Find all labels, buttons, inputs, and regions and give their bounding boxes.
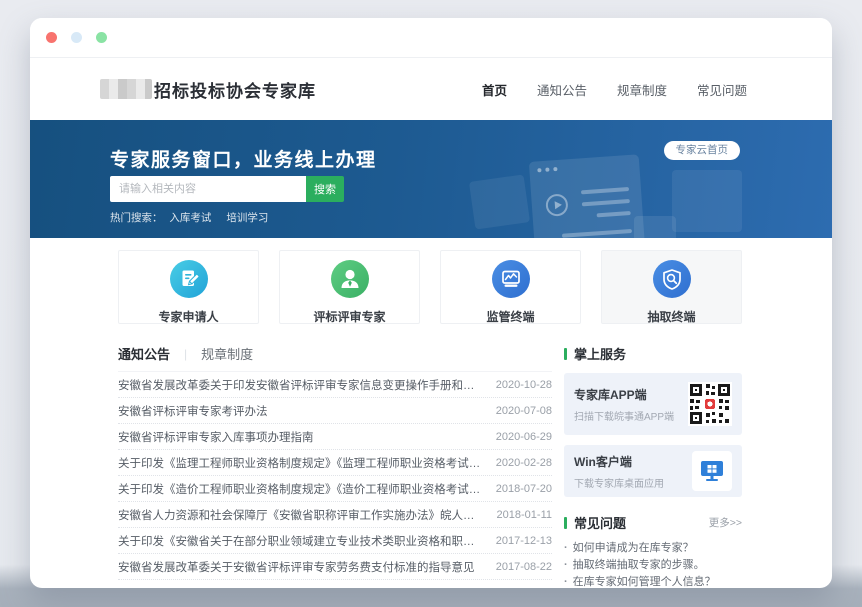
browser-window: 招标投标协会专家库 首页 通知公告 规章制度 常见问题 专家服务窗口，业务线上办… (30, 18, 832, 588)
notices-tabs: 通知公告 | 规章制度 (118, 344, 552, 372)
card-label: 抽取终端 (602, 308, 741, 325)
notice-date: 2017-12-13 (496, 535, 552, 547)
notice-title: 安徽省评标评审专家考评办法 (118, 403, 482, 419)
notice-title: 安徽省发展改革委关于印发安徽省评标评审专家信息变更操作手册和安徽省评标评审专家.… (118, 377, 482, 393)
notice-row[interactable]: 安徽省人力资源和社会保障厅《安徽省职称评审工作实施办法》皖人社发〔2018〕5号… (118, 502, 552, 528)
search-input[interactable] (110, 176, 306, 202)
window-zoom-button[interactable] (96, 32, 107, 43)
service-card-app[interactable]: 专家库APP端 扫描下载皖事通APP端 (564, 373, 742, 435)
expert-cloud-home-button[interactable]: 专家云首页 (664, 141, 741, 160)
service-card-win[interactable]: Win客户端 下载专家库桌面应用 (564, 445, 742, 497)
notice-title: 安徽省人力资源和社会保障厅《安徽省职称评审工作实施办法》皖人社发〔2018〕5号 (118, 507, 483, 523)
service-title: Win客户端 (574, 453, 664, 470)
card-expert-applicant[interactable]: 专家申请人 (118, 250, 259, 324)
faq-item[interactable]: 在库专家如何管理个人信息？ (564, 574, 742, 588)
faq-item[interactable]: 抽取终端抽取专家的步骤。 (564, 557, 742, 574)
banner-title: 专家服务窗口，业务线上办理 (110, 145, 377, 172)
notice-title: 关于印发《造价工程师职业资格制度规定》《造价工程师职业资格考试实施办法》的通知 (118, 481, 482, 497)
notice-title: 关于印发《安徽省关于在部分职业领域建立专业技术类职业资格和职称 对应关系的指导意… (118, 533, 482, 549)
notice-row[interactable]: 安徽省评标评审专家入库事项办理指南 2020-06-29 (118, 424, 552, 450)
notice-date: 2018-01-11 (497, 509, 552, 521)
notice-row[interactable]: 关于印发《造价工程师职业资格制度规定》《造价工程师职业资格考试实施办法》的通知 … (118, 476, 552, 502)
hot-search-row: 热门搜索： 入库考试 培训学习 (110, 210, 280, 225)
nav-item-home[interactable]: 首页 (482, 80, 507, 99)
section-marker (564, 517, 567, 529)
notice-title: 安徽省评标评审专家入库事项办理指南 (118, 429, 482, 445)
notice-row[interactable]: 安徽省评标评审专家考评办法 2020-07-08 (118, 398, 552, 424)
notice-row[interactable]: 关于印发《安徽省关于在部分职业领域建立专业技术类职业资格和职称 对应关系的指导意… (118, 528, 552, 554)
main-nav: 首页 通知公告 规章制度 常见问题 (482, 80, 747, 99)
window-titlebar (30, 18, 832, 58)
card-supervision-terminal[interactable]: 监管终端 (440, 250, 581, 324)
notice-date: 2018-07-20 (496, 483, 552, 495)
hot-search-label: 热门搜索： (110, 212, 163, 224)
site-title: 招标投标协会专家库 (154, 77, 316, 102)
notice-title: 关于印发《监理工程师职业资格制度规定》《监理工程师职业资格考试实施办法》的通知 (118, 455, 482, 471)
shield-search-icon (653, 260, 691, 298)
faq-header: 常见问题 更多>> (564, 513, 742, 532)
logo-censored-region (100, 79, 152, 99)
notice-row[interactable]: 关于印发《监理工程师职业资格制度规定》《监理工程师职业资格考试实施办法》的通知 … (118, 450, 552, 476)
section-marker (564, 348, 567, 360)
site-header: 招标投标协会专家库 首页 通知公告 规章制度 常见问题 (30, 58, 832, 120)
card-extraction-terminal[interactable]: 抽取终端 (601, 250, 742, 324)
notice-title: 安徽省发展改革委关于安徽省评标评审专家劳务费支付标准的指导意见 (118, 559, 482, 575)
nav-item-notices[interactable]: 通知公告 (537, 80, 587, 99)
person-icon (331, 260, 369, 298)
notice-row[interactable]: 安徽省发展改革委关于安徽省评标评审专家劳务费支付标准的指导意见 2017-08-… (118, 554, 552, 580)
nav-item-rules[interactable]: 规章制度 (617, 80, 667, 99)
faq-more-link[interactable]: 更多>> (709, 515, 742, 530)
card-label: 评标评审专家 (280, 308, 419, 325)
card-label: 监管终端 (441, 308, 580, 325)
hot-search-item[interactable]: 培训学习 (226, 212, 268, 224)
notice-row[interactable]: 安徽省发展改革委关于印发安徽省评标评审专家信息变更操作手册和安徽省评标评审专家.… (118, 372, 552, 398)
mobile-services-header: 掌上服务 (564, 344, 742, 363)
hot-search-item[interactable]: 入库考试 (169, 212, 211, 224)
notice-date: 2017-08-22 (496, 561, 552, 573)
right-sidebar: 掌上服务 专家库APP端 扫描下载皖事通APP端 (564, 344, 742, 588)
notice-date: 2020-06-29 (496, 431, 552, 443)
card-evaluation-expert[interactable]: 评标评审专家 (279, 250, 420, 324)
notices-section: 通知公告 | 规章制度 安徽省发展改革委关于印发安徽省评标评审专家信息变更操作手… (118, 344, 552, 588)
tab-separator: | (184, 347, 187, 361)
faq-item[interactable]: 如何申请成为在库专家？ (564, 540, 742, 557)
faq-title: 常见问题 (574, 513, 709, 532)
service-subtitle: 下载专家库桌面应用 (574, 475, 664, 490)
notice-date: 2020-10-28 (496, 379, 552, 391)
hero-banner: 专家服务窗口，业务线上办理 搜索 热门搜索： 入库考试 培训学习 专家云首页 (30, 120, 832, 238)
main-content: 专家申请人 评标评审专家 (30, 238, 832, 588)
tab-rules[interactable]: 规章制度 (201, 344, 253, 363)
search-bar: 搜索 (110, 176, 344, 202)
service-title: 专家库APP端 (574, 386, 674, 403)
windows-client-icon (692, 451, 732, 491)
search-button[interactable]: 搜索 (306, 176, 344, 202)
notice-date: 2020-07-08 (496, 405, 552, 417)
service-subtitle: 扫描下载皖事通APP端 (574, 408, 674, 423)
nav-item-faq[interactable]: 常见问题 (697, 80, 747, 99)
tab-notices[interactable]: 通知公告 (118, 344, 170, 363)
card-label: 专家申请人 (119, 308, 258, 325)
document-pen-icon (170, 260, 208, 298)
monitor-chart-icon (492, 260, 530, 298)
mobile-services-title: 掌上服务 (574, 344, 742, 363)
site-logo[interactable]: 招标投标协会专家库 (100, 77, 316, 102)
quick-entry-cards: 专家申请人 评标评审专家 (118, 250, 742, 324)
window-close-button[interactable] (46, 32, 57, 43)
qr-code-icon (688, 382, 732, 426)
notice-date: 2020-02-28 (496, 457, 552, 469)
window-minimize-button[interactable] (71, 32, 82, 43)
faq-list: 如何申请成为在库专家？ 抽取终端抽取专家的步骤。 在库专家如何管理个人信息？ 在… (564, 540, 742, 588)
